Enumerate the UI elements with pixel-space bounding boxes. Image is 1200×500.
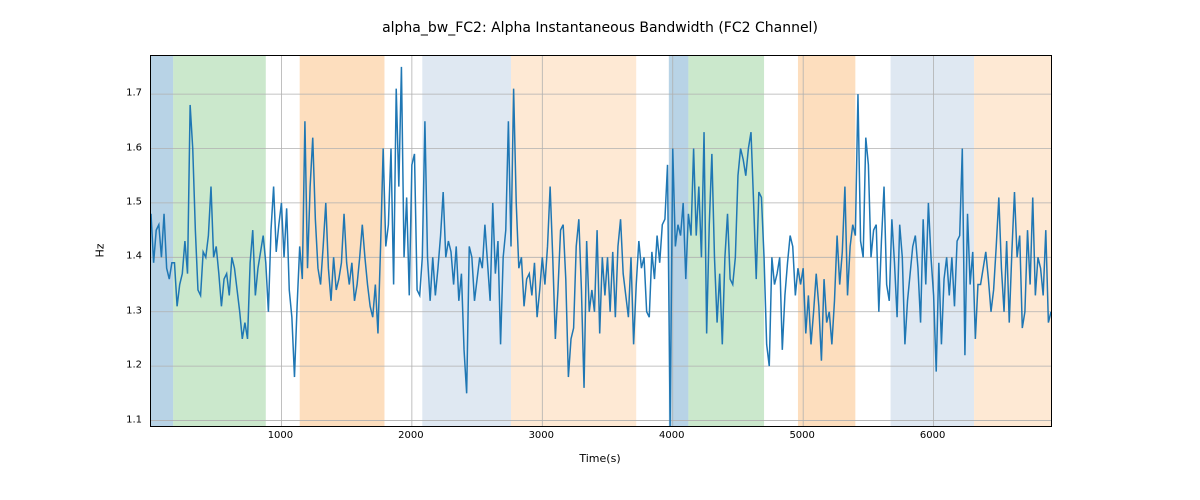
chart-title: alpha_bw_FC2: Alpha Instantaneous Bandwi… — [0, 20, 1200, 36]
x-tick-label: 1000 — [268, 430, 293, 441]
y-tick-label: 1.5 — [126, 196, 148, 207]
axes — [150, 55, 1052, 427]
y-tick-label: 1.4 — [126, 251, 148, 262]
y-axis-label: Hz — [90, 0, 110, 500]
x-tick-label: 4000 — [659, 430, 684, 441]
y-tick-label: 1.1 — [126, 414, 148, 425]
x-axis-label: Time(s) — [150, 452, 1050, 465]
y-tick-label: 1.2 — [126, 360, 148, 371]
x-tick-label: 3000 — [529, 430, 554, 441]
figure: alpha_bw_FC2: Alpha Instantaneous Bandwi… — [0, 0, 1200, 500]
plot-area — [151, 56, 1051, 426]
y-tick-label: 1.7 — [126, 88, 148, 99]
background-band — [511, 56, 636, 426]
x-tick-label: 6000 — [920, 430, 945, 441]
y-tick-label: 1.3 — [126, 305, 148, 316]
background-band — [891, 56, 974, 426]
x-tick-label: 5000 — [789, 430, 814, 441]
x-tick-label: 2000 — [398, 430, 423, 441]
y-tick-label: 1.6 — [126, 142, 148, 153]
